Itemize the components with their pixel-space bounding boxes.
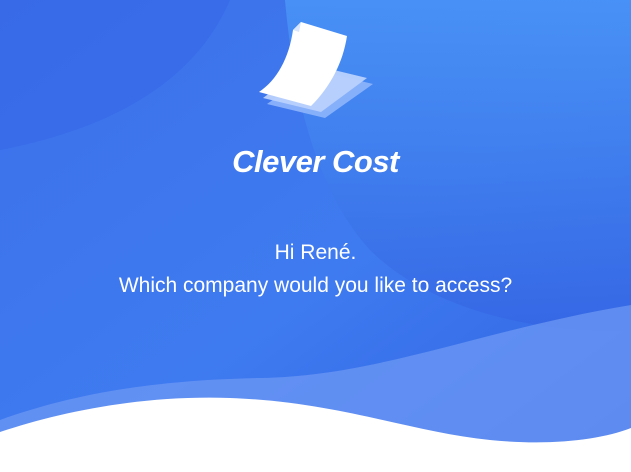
login-welcome-screen: Clever Cost Hi René. Which company would… bbox=[0, 0, 631, 472]
document-stack-icon bbox=[259, 22, 373, 118]
company-prompt-text: Which company would you like to access? bbox=[118, 274, 513, 297]
app-name: Clever Cost bbox=[232, 144, 399, 179]
greeting-text: Hi René. bbox=[274, 241, 357, 264]
welcome-message: Hi René. Which company would you like to… bbox=[0, 236, 631, 302]
